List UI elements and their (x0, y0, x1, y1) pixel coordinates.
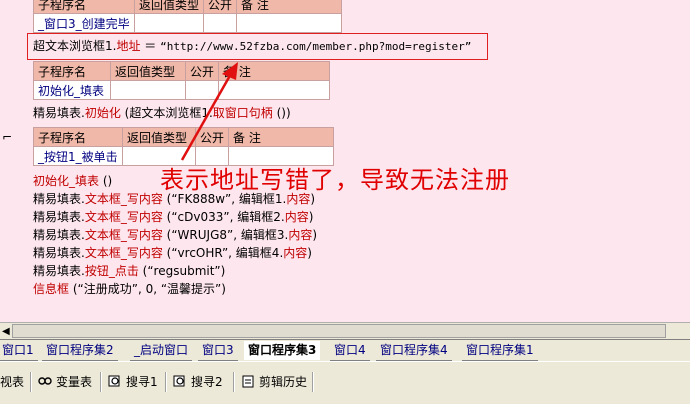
button-label: 搜寻2 (191, 375, 223, 389)
scrollbar-thumb[interactable] (12, 324, 666, 338)
variable-table-button[interactable]: 变量表 (38, 372, 92, 392)
search1-button[interactable]: 搜寻1 (108, 372, 158, 392)
toolbar-separator (30, 372, 32, 392)
watch-table-button[interactable]: 视表 (0, 372, 24, 392)
tab-window3[interactable]: 窗口3 (198, 341, 238, 361)
toolbar-separator (165, 372, 167, 392)
tab-window-program-set2[interactable]: 窗口程序集2 (42, 341, 118, 361)
bottom-toolbar: 视表 变量表 搜寻1 搜寻2 剪辑历史 (0, 361, 690, 397)
search-icon (173, 375, 185, 387)
tab-window-program-set1[interactable]: 窗口程序集1 (462, 341, 538, 361)
toolbar-separator (312, 372, 314, 392)
toolbar-separator (100, 372, 102, 392)
search-icon (108, 375, 120, 387)
tab-startup-window[interactable]: _启动窗口 (130, 341, 193, 361)
button-label: 变量表 (56, 375, 93, 389)
search2-button[interactable]: 搜寻2 (173, 372, 223, 392)
button-label: 搜寻1 (126, 375, 158, 389)
annotation-text: 表示地址写错了，导致无法注册 (160, 166, 510, 194)
variables-icon (38, 377, 52, 385)
tab-window4[interactable]: 窗口4 (330, 341, 370, 361)
toolbar-separator (233, 372, 235, 392)
tab-window-program-set4[interactable]: 窗口程序集4 (376, 341, 452, 361)
tab-window1[interactable]: 窗口1 (0, 341, 38, 361)
tab-bar: 窗口1 窗口程序集2 _启动窗口 窗口3 窗口程序集3 窗口4 窗口程序集4 窗… (0, 339, 690, 362)
horizontal-scrollbar[interactable]: ◀ (0, 322, 690, 340)
button-label: 视表 (0, 375, 25, 389)
button-label: 剪辑历史 (259, 375, 308, 389)
clip-history-button[interactable]: 剪辑历史 (241, 372, 307, 392)
scroll-left-icon[interactable]: ◀ (2, 326, 10, 337)
tab-window-program-set3[interactable]: 窗口程序集3 (244, 341, 321, 360)
clipboard-icon (242, 375, 254, 388)
status-bar (0, 396, 690, 404)
code-editor[interactable]: 子程序名 返回值类型 公开 备 注 _窗口3_创建完毕 超文本浏览框1.地址 ＝… (0, 0, 690, 322)
